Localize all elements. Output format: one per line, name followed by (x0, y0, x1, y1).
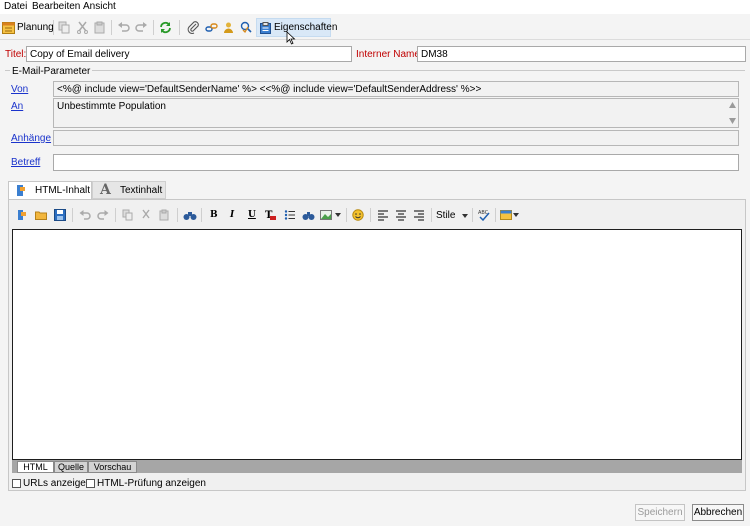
color-scheme-icon[interactable] (500, 209, 512, 221)
spellcheck-icon[interactable]: ABC (478, 209, 490, 221)
menu-datei[interactable]: Datei (4, 1, 27, 12)
insert-image-icon[interactable] (320, 209, 332, 221)
clipboard-icon (260, 22, 271, 34)
eigenschaften-label: Eigenschaften (274, 22, 338, 33)
main-toolbar: Planung Eigenschaften (0, 15, 750, 45)
planung-button[interactable]: Planung (2, 18, 54, 37)
html-pruefung-label: HTML-Prüfung anzeigen (97, 478, 206, 489)
align-right-icon[interactable] (413, 209, 425, 221)
betreff-link[interactable]: Betreff (11, 157, 40, 168)
email-parameter-title: E-Mail-Parameter (10, 66, 93, 77)
an-link[interactable]: An (11, 101, 23, 112)
style-select-value: Stile (436, 210, 456, 221)
von-link[interactable]: Von (11, 84, 28, 95)
menu-ansicht[interactable]: Ansicht (83, 1, 116, 12)
save-button[interactable]: Speichern (635, 504, 685, 521)
refresh-icon[interactable] (159, 21, 172, 34)
image-dropdown-icon[interactable] (335, 213, 341, 217)
insert-link-binoculars-icon[interactable] (302, 209, 315, 221)
titel-input[interactable]: Copy of Email delivery (26, 46, 352, 62)
tab-html-label: HTML-Inhalt (35, 185, 91, 196)
cut-icon[interactable] (76, 21, 89, 34)
text-color-icon[interactable]: T (265, 209, 277, 221)
editor-cut-icon[interactable] (140, 209, 152, 221)
undo-icon[interactable] (117, 21, 130, 34)
mode-tab-vorschau[interactable]: Vorschau (88, 461, 137, 473)
color-dropdown-icon[interactable] (513, 213, 519, 217)
user-icon[interactable] (222, 21, 235, 34)
html-content-icon (17, 185, 25, 196)
editor-mode-bar: HTML Quelle Vorschau (12, 460, 742, 473)
an-scrollbar[interactable] (727, 99, 738, 127)
calendar-icon (2, 22, 15, 34)
align-left-icon[interactable] (377, 209, 389, 221)
urls-anzeigen-label: URLs anzeigen (23, 478, 92, 489)
redo-icon[interactable] (135, 21, 148, 34)
mode-tab-quelle[interactable]: Quelle (54, 461, 88, 473)
tab-textinhalt[interactable]: A Textinhalt (92, 181, 166, 199)
editor-redo-icon[interactable] (97, 209, 109, 221)
bold-button[interactable]: B (210, 210, 218, 220)
scroll-up-icon[interactable] (729, 102, 736, 108)
attachment-icon[interactable] (187, 21, 200, 34)
underline-button[interactable]: U (248, 210, 256, 220)
titel-label: Titel: (5, 49, 27, 60)
tab-html-inhalt[interactable]: HTML-Inhalt (8, 181, 92, 199)
mode-tab-html[interactable]: HTML (17, 461, 54, 473)
anhaenge-link[interactable]: Anhänge (11, 133, 51, 144)
style-select[interactable]: Stile (434, 208, 470, 223)
menu-bar: Datei Bearbeiten Ansicht (0, 0, 750, 14)
von-field[interactable]: <%@ include view='DefaultSenderName' %> … (53, 81, 739, 97)
mouse-cursor-icon (286, 31, 296, 45)
align-center-icon[interactable] (395, 209, 407, 221)
italic-button[interactable]: I (230, 210, 234, 220)
interner-name-label: Interner Name: (356, 49, 423, 60)
menu-bearbeiten[interactable]: Bearbeiten (32, 1, 80, 12)
smiley-icon[interactable] (352, 209, 364, 221)
proof-icon[interactable] (240, 21, 253, 34)
urls-anzeigen-checkbox[interactable] (12, 479, 21, 488)
scroll-down-icon[interactable] (729, 118, 736, 124)
find-binoculars-icon[interactable] (183, 209, 197, 221)
text-content-icon: A (100, 182, 111, 198)
save-icon[interactable] (54, 209, 66, 221)
editor-copy-icon[interactable] (122, 209, 134, 221)
editor-undo-icon[interactable] (79, 209, 91, 221)
anhaenge-field[interactable] (53, 130, 739, 146)
cancel-button[interactable]: Abbrechen (692, 504, 744, 521)
style-dropdown-icon (462, 214, 468, 218)
editor-paste-icon[interactable] (158, 209, 170, 221)
an-field[interactable]: Unbestimmte Population (53, 98, 739, 128)
new-document-icon[interactable] (16, 209, 28, 221)
link-icon[interactable] (205, 21, 218, 34)
an-value: Unbestimmte Population (57, 101, 166, 112)
copy-icon[interactable] (58, 21, 71, 34)
paste-icon[interactable] (93, 21, 106, 34)
open-folder-icon[interactable] (35, 209, 47, 221)
tab-text-label: Textinhalt (120, 185, 163, 196)
bullet-list-icon[interactable] (284, 209, 296, 221)
planung-label: Planung (17, 22, 54, 33)
html-edit-area[interactable] (12, 229, 742, 460)
interner-name-input[interactable]: DM38 (417, 46, 746, 62)
html-pruefung-checkbox[interactable] (86, 479, 95, 488)
betreff-input[interactable] (53, 154, 739, 171)
